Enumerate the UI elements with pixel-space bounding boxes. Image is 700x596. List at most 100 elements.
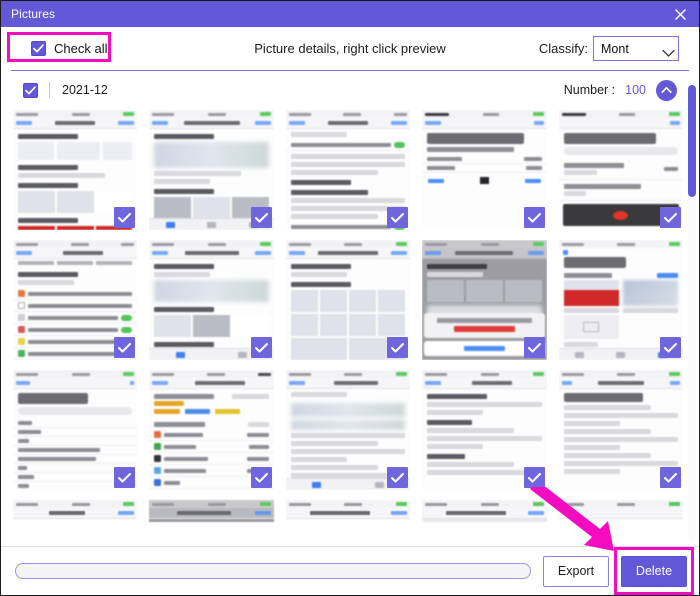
status-left <box>152 112 175 116</box>
ios-status-bar <box>422 370 547 378</box>
row-label <box>28 315 119 320</box>
text-line <box>427 410 484 415</box>
album-cover <box>563 280 619 306</box>
status-left <box>288 372 311 376</box>
thumbnail-checkbox[interactable] <box>250 467 272 488</box>
thumbnail-checkbox[interactable] <box>250 207 272 228</box>
thumbnail-checkbox[interactable] <box>387 337 409 358</box>
thumbnail-item[interactable] <box>422 500 547 522</box>
thumbnail-checkbox[interactable] <box>114 467 136 488</box>
photo <box>319 314 347 336</box>
battery-icon <box>669 112 680 116</box>
check-all-control[interactable]: Check all <box>25 37 121 60</box>
thumbnail-item[interactable] <box>149 370 274 490</box>
nav-title <box>597 381 644 385</box>
thumbnail-item[interactable] <box>13 500 138 522</box>
photo <box>18 191 55 213</box>
thumbnail-checkbox[interactable] <box>387 207 409 228</box>
screen-title <box>563 393 644 402</box>
toggle-icon <box>121 326 133 333</box>
thumbnail-checkbox[interactable] <box>114 207 136 228</box>
thumbnail-item[interactable] <box>422 110 547 230</box>
thumbnail-checkbox[interactable] <box>523 207 545 228</box>
row-label <box>28 303 133 308</box>
classify-label: Classify: <box>538 41 588 56</box>
album-name <box>563 308 619 313</box>
back-icon <box>16 121 32 125</box>
export-button[interactable]: Export <box>543 555 609 587</box>
thumbnail-item[interactable] <box>149 240 274 360</box>
group-checkbox[interactable] <box>23 82 38 98</box>
nav-title <box>333 381 378 385</box>
scrollbar-thumb[interactable] <box>688 85 696 197</box>
checkmark-icon <box>527 212 541 222</box>
app-icon <box>18 350 25 357</box>
thumbnail-item[interactable] <box>13 110 138 230</box>
photo <box>465 280 503 302</box>
thumbnail-item[interactable] <box>285 500 411 522</box>
title-bar: Pictures <box>1 1 699 27</box>
thumbnail-item[interactable] <box>558 370 683 490</box>
chevron-down-icon <box>662 45 675 57</box>
thumbnail-item[interactable] <box>422 240 547 360</box>
thumbnail-item[interactable] <box>149 500 274 522</box>
check-all-checkbox[interactable] <box>31 41 46 56</box>
vertical-scrollbar[interactable] <box>688 85 696 540</box>
list-row <box>558 159 683 180</box>
action-right <box>524 178 541 183</box>
checkmark-icon <box>664 472 677 482</box>
thumbnail-item[interactable] <box>149 110 274 230</box>
photo <box>378 314 406 336</box>
panel <box>103 142 133 160</box>
delete-button[interactable]: Delete <box>621 555 687 587</box>
thumbnail-item[interactable] <box>285 240 411 360</box>
thumbnail-item[interactable] <box>558 240 683 360</box>
app-name <box>164 444 197 449</box>
close-icon[interactable] <box>669 4 691 24</box>
classify-dropdown[interactable]: Mont <box>593 36 679 61</box>
thumbnail-checkbox[interactable] <box>387 467 409 488</box>
photo <box>18 226 55 230</box>
photo-strip <box>149 315 273 337</box>
checkmark-icon <box>118 212 132 222</box>
thumbnail-item[interactable] <box>13 240 138 360</box>
app-row <box>149 441 274 453</box>
panel <box>18 142 55 160</box>
thumbnail-checkbox[interactable] <box>250 337 272 358</box>
status-left <box>425 112 450 116</box>
status-time <box>480 242 499 246</box>
thumbnail-item[interactable] <box>13 370 138 490</box>
section-header <box>154 422 205 427</box>
thumbnail-checkbox[interactable] <box>114 337 136 358</box>
chip-row <box>13 259 137 267</box>
thumbnail-checkbox[interactable] <box>523 467 545 488</box>
ios-nav-bar <box>285 118 411 129</box>
thumbnail-checkbox[interactable] <box>660 337 681 358</box>
group-divider <box>49 82 50 98</box>
thumbnail-item[interactable] <box>422 370 547 490</box>
nav-action <box>118 511 135 515</box>
album-name <box>622 308 678 313</box>
thumbnail-item[interactable] <box>558 110 683 230</box>
nav-action <box>254 251 271 255</box>
thumbnail-item[interactable] <box>285 110 411 230</box>
nav-title <box>184 251 239 255</box>
app-icon <box>18 314 25 321</box>
panel-row <box>13 142 137 160</box>
thumbnail-checkbox[interactable] <box>660 207 681 228</box>
window-title: Pictures <box>11 7 56 21</box>
contact-row <box>13 437 138 446</box>
placeholder-icon <box>583 322 600 332</box>
status-left <box>425 242 448 246</box>
check-all-label: Check all <box>54 41 108 56</box>
ios-nav-bar <box>422 248 547 259</box>
thumbnail-item[interactable] <box>285 370 411 490</box>
collapse-group-button[interactable] <box>656 79 677 101</box>
status-time <box>344 242 363 246</box>
thumbnail-checkbox[interactable] <box>523 337 545 358</box>
checkmark-icon <box>391 212 405 222</box>
text-line <box>290 198 406 203</box>
thumbnail-checkbox[interactable] <box>660 467 681 488</box>
text-line <box>427 402 542 407</box>
thumbnail-item[interactable] <box>558 500 683 522</box>
